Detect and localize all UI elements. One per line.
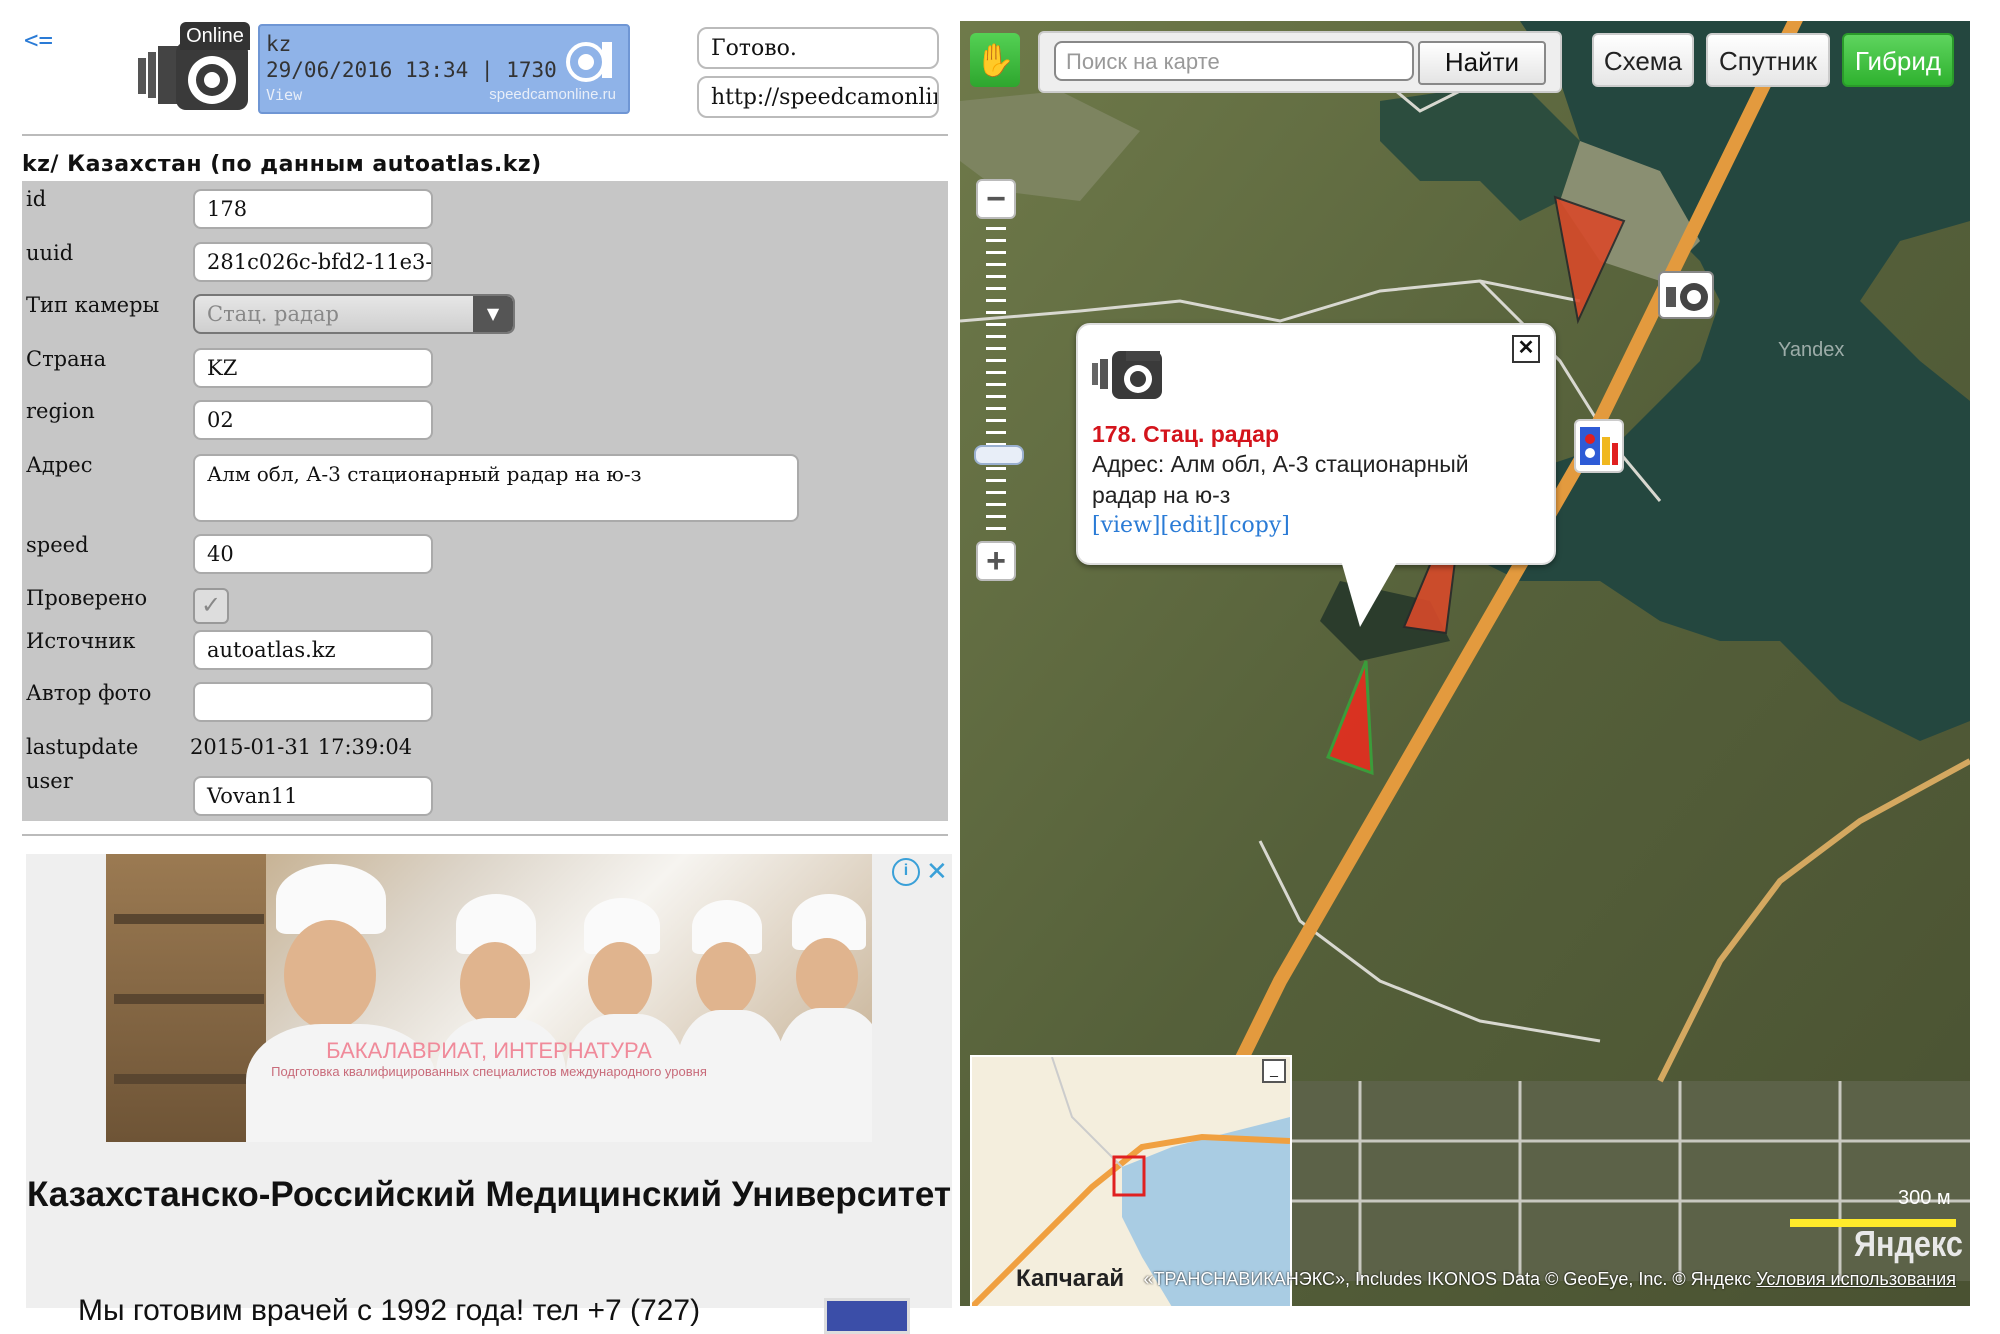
radar-icon	[1580, 427, 1618, 465]
map[interactable]: Yandex ✋ Поиск на карте Найти Схема Спут…	[960, 21, 1970, 1306]
back-link[interactable]: <=	[24, 26, 53, 54]
widget-site: speedcamonline.ru	[489, 86, 616, 103]
minimap-toggle-button[interactable]: _	[1262, 1059, 1286, 1083]
photo-author-field[interactable]	[193, 682, 433, 722]
scale-label: 300 м	[1898, 1187, 1951, 1209]
divider	[22, 134, 948, 136]
ad-title[interactable]: Казахстанско-Российский Медицинский Унив…	[26, 1172, 952, 1218]
view-scheme-button[interactable]: Схема	[1592, 33, 1694, 87]
lastupdate-value: 2015-01-31 17:39:04	[190, 735, 413, 759]
terms-link[interactable]: Условия использования	[1756, 1269, 1956, 1289]
copyright-text: «ТРАНСНАВИКАНЭКС», Includes IKONOS Data …	[1143, 1269, 1752, 1289]
status-field: Готово.	[697, 27, 939, 69]
camera-type-label: Тип камеры	[26, 293, 160, 317]
ad-caption: БАКАЛАВРИАТ, ИНТЕРНАТУРА	[326, 1038, 652, 1063]
widget-datetime: 29/06/2016 13:34 | 1730	[266, 58, 557, 82]
source-label: Источник	[26, 629, 136, 653]
map-search: Поиск на карте Найти	[1038, 31, 1562, 93]
country-field[interactable]: KZ	[193, 348, 433, 388]
checkmark-icon: ✓	[200, 591, 222, 619]
zoom-slider-handle[interactable]	[974, 445, 1024, 465]
popup-edit-link[interactable]: [edit]	[1160, 513, 1220, 538]
user-label: user	[26, 769, 73, 793]
user-field[interactable]: Vovan11	[193, 776, 433, 816]
camera-icon	[1666, 283, 1708, 311]
hand-icon: ✋	[975, 41, 1015, 79]
zoom-out-button[interactable]: −	[976, 179, 1016, 219]
url-field[interactable]: http://speedcamonline.ru	[697, 76, 939, 118]
view-hybrid-button[interactable]: Гибрид	[1842, 33, 1954, 87]
widget-country: kz	[266, 32, 292, 56]
popup-address: Адрес: Алм обл, А-3 стационарный радар н…	[1092, 451, 1469, 508]
country-title: kz/ Казахстан (по данным autoatlas.kz)	[22, 152, 542, 177]
map-search-input[interactable]: Поиск на карте	[1054, 41, 1414, 81]
chevron-down-icon[interactable]: ▼	[473, 296, 513, 332]
widget-view: View	[266, 86, 303, 104]
country-label: Страна	[26, 347, 107, 371]
map-copyright: «ТРАНСНАВИКАНЭКС», Includes IKONOS Data …	[960, 1269, 1970, 1290]
checked-checkbox[interactable]: ✓	[193, 588, 229, 624]
popup-copy-link[interactable]: [copy]	[1221, 513, 1290, 538]
view-satellite-button[interactable]: Спутник	[1706, 33, 1830, 87]
close-icon[interactable]: ✕	[926, 856, 948, 887]
ad-subcaption: Подготовка квалифицированных специалисто…	[271, 1064, 707, 1079]
popup-links: [view][edit][copy]	[1092, 513, 1290, 538]
yandex-logo[interactable]: Яндекс	[1854, 1223, 1963, 1265]
uuid-field[interactable]: 281c026c-bfd2-11e3-	[193, 242, 433, 282]
radar-marker[interactable]	[1574, 419, 1624, 473]
ad-banner[interactable]: БАКАЛАВРИАТ, ИНТЕРНАТУРА Подготовка квал…	[26, 854, 952, 1334]
address-label: Адрес	[26, 453, 93, 477]
popup-title: 178. Стац. радар	[1092, 421, 1280, 447]
map-watermark: Yandex	[1778, 339, 1845, 361]
info-icon[interactable]: i	[892, 858, 920, 886]
popup-view-link[interactable]: [view]	[1092, 513, 1160, 538]
camera-type-value: Стац. радар	[207, 302, 339, 326]
close-icon[interactable]: ✕	[1512, 335, 1540, 363]
pan-tool-button[interactable]: ✋	[970, 33, 1020, 87]
logo-text: Online	[180, 22, 250, 50]
region-label: region	[26, 399, 95, 423]
speedcam-logo: Online	[138, 20, 250, 112]
zoom-track[interactable]	[986, 227, 1006, 537]
id-field[interactable]: 178	[193, 189, 433, 229]
speed-field[interactable]: 40	[193, 534, 433, 574]
address-field[interactable]: Алм обл, А-3 стационарный радар на ю-з	[193, 454, 799, 522]
widget-camera-icon	[566, 42, 612, 82]
zoom-in-button[interactable]: +	[976, 541, 1016, 581]
camera-marker[interactable]	[1658, 271, 1714, 319]
speedcam-widget[interactable]: kz 29/06/2016 13:34 | 1730 View speedcam…	[258, 24, 630, 114]
ad-image[interactable]: БАКАЛАВРИАТ, ИНТЕРНАТУРА Подготовка квал…	[106, 854, 872, 1142]
camera-icon	[1092, 345, 1162, 403]
ad-bookshelf	[106, 854, 266, 1142]
ad-text[interactable]: Мы готовим врачей с 1992 года! тел +7 (7…	[78, 1294, 700, 1328]
camera-form: id 178 uuid 281c026c-bfd2-11e3- Тип каме…	[22, 181, 948, 821]
divider	[22, 834, 948, 836]
id-label: id	[26, 187, 47, 211]
source-field[interactable]: autoatlas.kz	[193, 630, 433, 670]
region-field[interactable]: 02	[193, 400, 433, 440]
uuid-label: uuid	[26, 241, 74, 265]
university-logo[interactable]	[824, 1298, 910, 1334]
checked-label: Проверено	[26, 586, 148, 610]
camera-type-select[interactable]: Стац. радар ▼	[193, 294, 515, 334]
camera-popup: ✕ 178. Стац. радар Адрес: Алм обл, А-3 с…	[1076, 323, 1556, 565]
map-search-button[interactable]: Найти	[1418, 41, 1546, 85]
photo-author-label: Автор фото	[26, 681, 152, 705]
zoom-control[interactable]: − +	[974, 179, 1024, 581]
lastupdate-label: lastupdate	[26, 735, 139, 759]
speed-label: speed	[26, 533, 89, 557]
popup-tail	[1340, 557, 1400, 627]
